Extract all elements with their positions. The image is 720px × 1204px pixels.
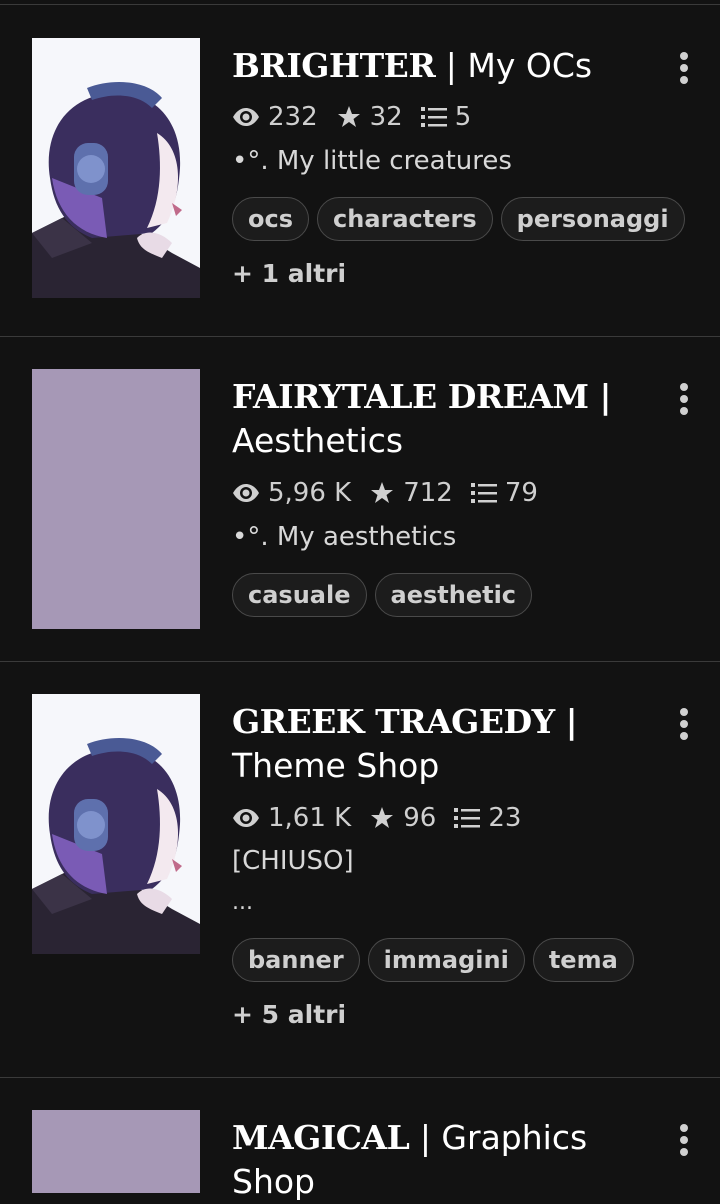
story-stats: 1,61 K 96 23 — [232, 801, 539, 835]
more-options-button[interactable] — [670, 46, 698, 90]
star-icon — [371, 482, 394, 503]
parts-count: 23 — [488, 803, 522, 833]
parts-stat: 5 — [420, 102, 472, 132]
votes-count: 96 — [403, 803, 437, 833]
views-count: 5,96 K — [268, 478, 352, 508]
story-cover-art[interactable] — [32, 694, 200, 954]
tag-list: banner immagini tema — [232, 938, 642, 982]
story-title[interactable]: BRIGHTER | My OCs — [232, 44, 652, 88]
story-cover-placeholder[interactable] — [32, 369, 200, 629]
parts-count: 5 — [454, 102, 472, 132]
eye-icon — [233, 108, 259, 126]
tag-chip[interactable]: immagini — [367, 938, 525, 982]
list-icon — [420, 107, 447, 127]
tag-chip[interactable]: casuale — [232, 573, 367, 617]
story-cover-art[interactable] — [32, 38, 200, 298]
story-stats: 232 32 5 — [232, 100, 489, 134]
tag-chip[interactable]: aesthetic — [374, 573, 533, 617]
tag-chip[interactable]: personaggi — [500, 197, 685, 241]
more-options-button[interactable] — [670, 377, 698, 421]
views-count: 232 — [268, 102, 318, 132]
eye-icon — [233, 809, 259, 827]
story-title[interactable]: GREEK TRAGEDY | Theme Shop — [232, 700, 652, 788]
more-tags-link[interactable]: + 1 altri — [232, 259, 346, 288]
views-stat: 5,96 K — [232, 478, 351, 508]
story-title[interactable]: FAIRYTALE DREAM | Aesthetics — [232, 375, 652, 463]
story-stats: 5,96 K 712 79 — [232, 476, 556, 510]
tag-list: casuale aesthetic — [232, 573, 540, 617]
story-title[interactable]: MAGICAL | Graphics Shop — [232, 1116, 652, 1204]
votes-stat: 712 — [369, 478, 453, 508]
views-stat: 232 — [232, 102, 318, 132]
eye-icon — [233, 484, 259, 502]
more-tags-link[interactable]: + 5 altri — [232, 1000, 346, 1029]
list-icon — [470, 483, 497, 503]
more-options-button[interactable] — [670, 702, 698, 746]
votes-stat: 96 — [369, 803, 436, 833]
parts-stat: 23 — [454, 803, 521, 833]
story-description: •°. My little creatures — [232, 146, 512, 176]
story-divider — [0, 336, 720, 337]
tag-list: ocs characters personaggi — [232, 197, 693, 241]
list-icon — [454, 808, 481, 828]
tag-chip[interactable]: ocs — [232, 197, 309, 241]
views-stat: 1,61 K — [232, 803, 351, 833]
cover-illustration — [32, 38, 200, 298]
parts-stat: 79 — [470, 478, 538, 508]
story-description: [CHIUSO] — [232, 846, 354, 876]
star-icon — [337, 106, 360, 127]
story-divider — [0, 661, 720, 662]
top-divider — [0, 4, 720, 5]
parts-count: 79 — [504, 478, 538, 508]
votes-count: 712 — [403, 478, 453, 508]
tag-chip[interactable]: characters — [317, 197, 493, 241]
star-icon — [371, 807, 394, 828]
more-options-button[interactable] — [670, 1118, 698, 1162]
story-description: •°. My aesthetics — [232, 522, 457, 552]
story-cover-placeholder[interactable] — [32, 1110, 200, 1193]
views-count: 1,61 K — [268, 803, 352, 833]
story-description-ellipsis: ... — [232, 890, 253, 915]
story-divider — [0, 1077, 720, 1078]
tag-chip[interactable]: tema — [532, 938, 634, 982]
votes-stat: 32 — [336, 102, 403, 132]
tag-chip[interactable]: banner — [232, 938, 360, 982]
votes-count: 32 — [369, 102, 403, 132]
cover-illustration — [32, 694, 200, 954]
